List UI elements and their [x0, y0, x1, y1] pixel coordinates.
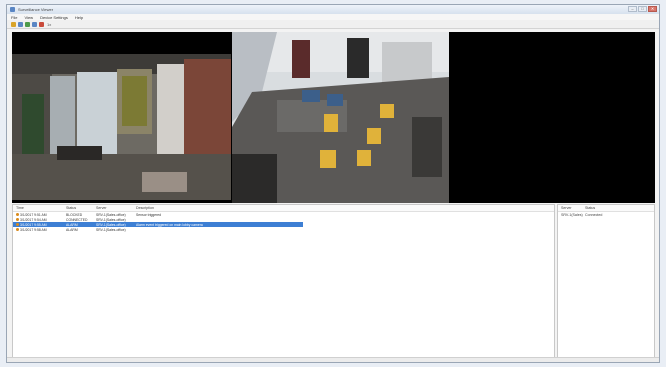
- menu-help[interactable]: Help: [75, 15, 83, 20]
- warning-icon: [16, 228, 19, 231]
- menu-file[interactable]: File: [11, 15, 17, 20]
- video-wall: [12, 32, 655, 203]
- table-row[interactable]: 3/1/2017 9:58 AM ALARM SRV-1(Sales-offic…: [13, 227, 554, 232]
- server-name: SRV-1(Sales): [561, 212, 583, 217]
- close-button[interactable]: ✕: [648, 6, 657, 12]
- col-time[interactable]: Time: [13, 206, 66, 210]
- event-time: 3/1/2017 9:55 AM: [20, 222, 47, 227]
- status-bar: [7, 357, 659, 362]
- event-time: 3/1/2017 9:58 AM: [20, 227, 47, 232]
- event-server: SRV-1(Sales-office): [96, 227, 126, 232]
- menu-device-settings[interactable]: Device Settings: [40, 15, 68, 20]
- col-status[interactable]: Status: [585, 206, 635, 210]
- event-description: Alarm event triggered on main lobby came…: [136, 222, 203, 227]
- server-status-panel: Server Status SRV-1(Sales) Connected: [557, 204, 655, 360]
- server-status: Connected: [585, 212, 603, 217]
- col-description[interactable]: Description: [136, 206, 296, 210]
- list-item[interactable]: SRV-1(Sales) Connected: [558, 212, 654, 217]
- event-time: 3/1/2017 9:51 AM: [20, 212, 47, 217]
- col-server[interactable]: Server: [96, 206, 136, 210]
- record-icon[interactable]: [39, 21, 44, 27]
- event-status: CONNECTED: [66, 217, 88, 222]
- minimize-button[interactable]: –: [628, 6, 637, 12]
- warning-icon: [16, 218, 19, 221]
- warning-icon: [16, 213, 19, 216]
- grid-icon[interactable]: [32, 21, 37, 27]
- toolbar: 1x: [7, 20, 659, 29]
- event-status: ALARM: [66, 227, 78, 232]
- event-status: ALARM: [66, 222, 78, 227]
- event-time: 3/1/2017 9:54 AM: [20, 217, 47, 222]
- folder-icon[interactable]: [11, 21, 16, 27]
- col-status[interactable]: Status: [66, 206, 96, 210]
- empty-camera-slot[interactable]: [450, 32, 655, 203]
- event-description: Sensor triggered: [136, 212, 162, 217]
- event-log: Time Status Server Description 3/1/2017 …: [12, 204, 555, 360]
- window-title: Surveillance Viewer: [18, 7, 54, 12]
- camera-2-feed[interactable]: [232, 32, 449, 203]
- warning-icon: [16, 223, 19, 226]
- camera-1-feed[interactable]: [12, 54, 231, 200]
- status-header: Server Status: [558, 205, 654, 212]
- event-log-header: Time Status Server Description: [13, 205, 554, 212]
- event-server: SRV-1(Sales-office): [96, 217, 126, 222]
- menu-view[interactable]: View: [24, 15, 33, 20]
- layout-icon[interactable]: [18, 21, 23, 27]
- table-row-selected[interactable]: 3/1/2017 9:55 AM ALARM SRV-1(Sales-offic…: [13, 222, 303, 227]
- zoom-readout: 1x: [47, 21, 52, 27]
- event-status: BLOCKED: [66, 212, 83, 217]
- col-server[interactable]: Server: [558, 206, 585, 210]
- app-icon: [10, 7, 15, 12]
- maximize-button[interactable]: □: [638, 6, 647, 12]
- event-server: SRV-1(Sales-office): [96, 212, 126, 217]
- app-window: Surveillance Viewer – □ ✕ File View Devi…: [6, 4, 660, 363]
- event-server: SRV-1(Sales-office): [96, 222, 126, 227]
- play-icon[interactable]: [25, 21, 30, 27]
